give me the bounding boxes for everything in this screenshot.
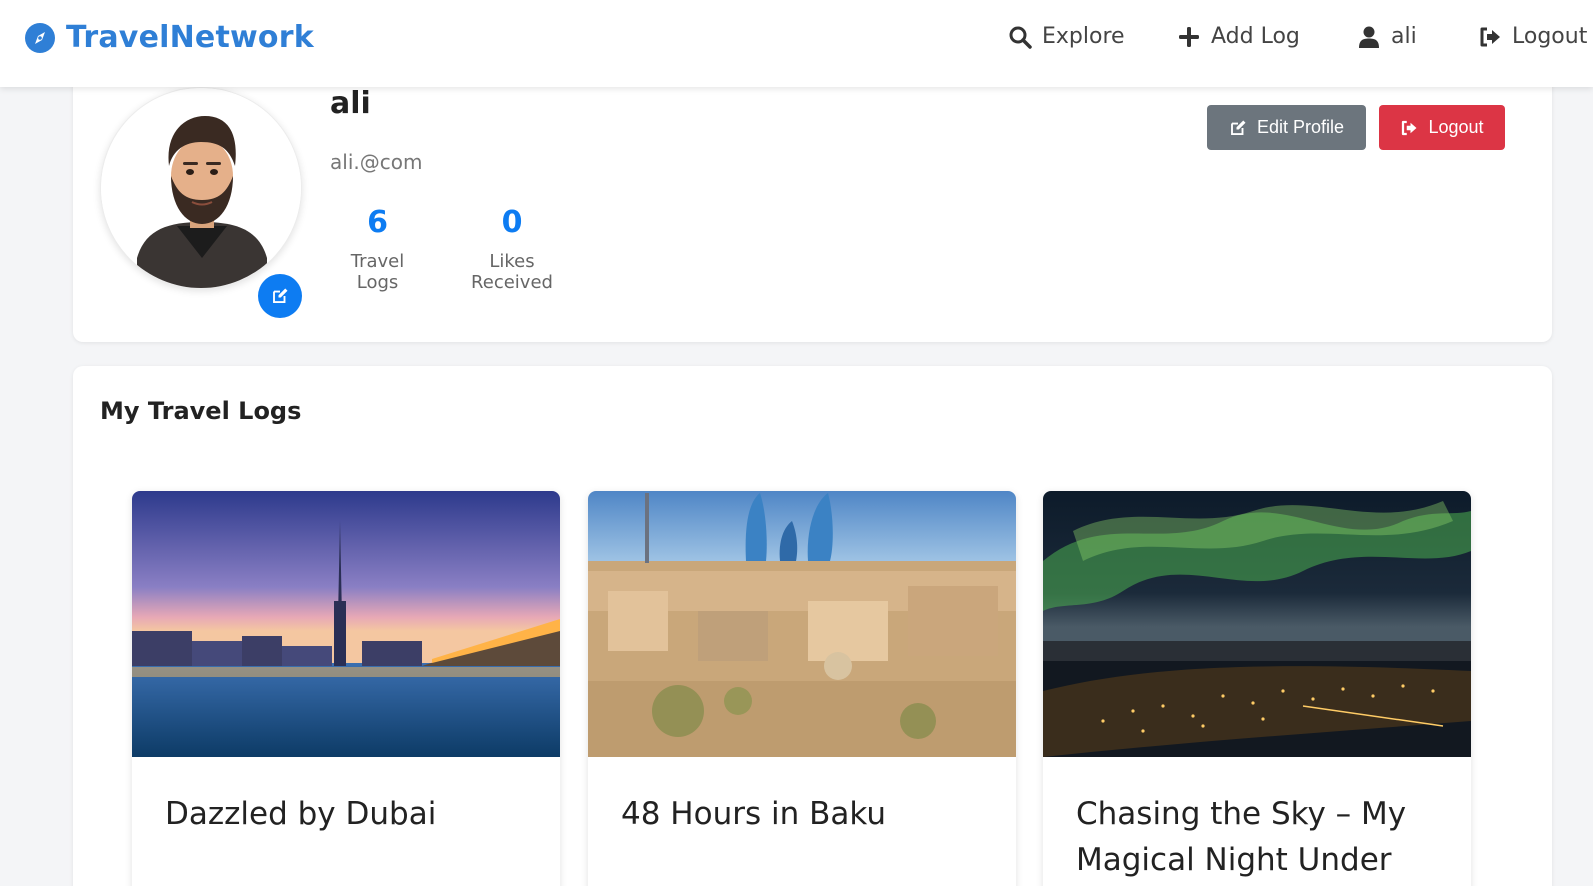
nav-logout-label: Logout [1512, 24, 1588, 49]
sign-out-icon [1402, 120, 1417, 135]
travel-log-card[interactable]: Chasing the Sky – My Magical Night Under… [1043, 491, 1471, 886]
top-navbar: TravelNetwork Explore Add Log ali Logout [0, 0, 1593, 87]
plus-icon [1179, 26, 1199, 47]
stat-likes-received: 0 Likes Received [450, 205, 574, 293]
profile-email: ali.@com [330, 150, 423, 174]
profile-card: ali ali.@com 6 Travel Logs 0 Likes Recei… [73, 60, 1552, 342]
nav-explore-link[interactable]: Explore [1008, 24, 1125, 49]
avatar [100, 87, 302, 289]
stat-travel-logs: 6 Travel Logs [330, 205, 425, 293]
travel-log-title: Chasing the Sky – My Magical Night Under… [1076, 796, 1407, 878]
stat-travel-logs-label: Travel Logs [350, 251, 405, 293]
edit-icon [1231, 120, 1246, 135]
brand-name: TravelNetwork [66, 20, 314, 55]
nav-user-label: ali [1391, 24, 1417, 49]
logout-button-label: Logout [1428, 117, 1484, 137]
brand-logo[interactable]: TravelNetwork [24, 20, 314, 55]
travel-log-card[interactable]: 48 Hours in Baku [588, 491, 1016, 886]
nav-user-link[interactable]: ali [1357, 24, 1417, 49]
avatar-container [100, 87, 302, 318]
dubai-skyline-image [132, 491, 560, 757]
edit-icon [273, 288, 288, 303]
travel-log-card[interactable]: Dazzled by Dubai [132, 491, 560, 886]
avatar-edit-button[interactable] [258, 274, 302, 318]
edit-profile-label: Edit Profile [1256, 117, 1345, 137]
nav-explore-label: Explore [1042, 24, 1125, 49]
nav-logout-link[interactable]: Logout [1478, 24, 1587, 49]
profile-username: ali [330, 86, 371, 121]
travel-log-title: Dazzled by Dubai [165, 796, 437, 832]
search-icon [1009, 26, 1032, 49]
nav-add-log-label: Add Log [1211, 24, 1300, 49]
avatar-illustration [101, 88, 301, 288]
logout-button[interactable]: Logout [1379, 105, 1505, 150]
travel-log-title: 48 Hours in Baku [621, 796, 886, 832]
baku-city-image [588, 491, 1016, 757]
northern-lights-image [1043, 491, 1471, 757]
stat-likes-label: Likes Received [471, 251, 553, 293]
stat-travel-logs-count: 6 [367, 205, 388, 240]
edit-profile-button[interactable]: Edit Profile [1207, 105, 1366, 150]
stat-likes-count: 0 [501, 205, 523, 240]
sign-out-icon [1480, 27, 1500, 46]
user-icon [1359, 26, 1379, 48]
travel-logs-section: My Travel Logs Dazzled by Dubai 48 Hours… [73, 366, 1552, 886]
nav-add-log-link[interactable]: Add Log [1177, 24, 1300, 49]
compass-icon [25, 22, 55, 53]
section-title: My Travel Logs [100, 397, 302, 425]
